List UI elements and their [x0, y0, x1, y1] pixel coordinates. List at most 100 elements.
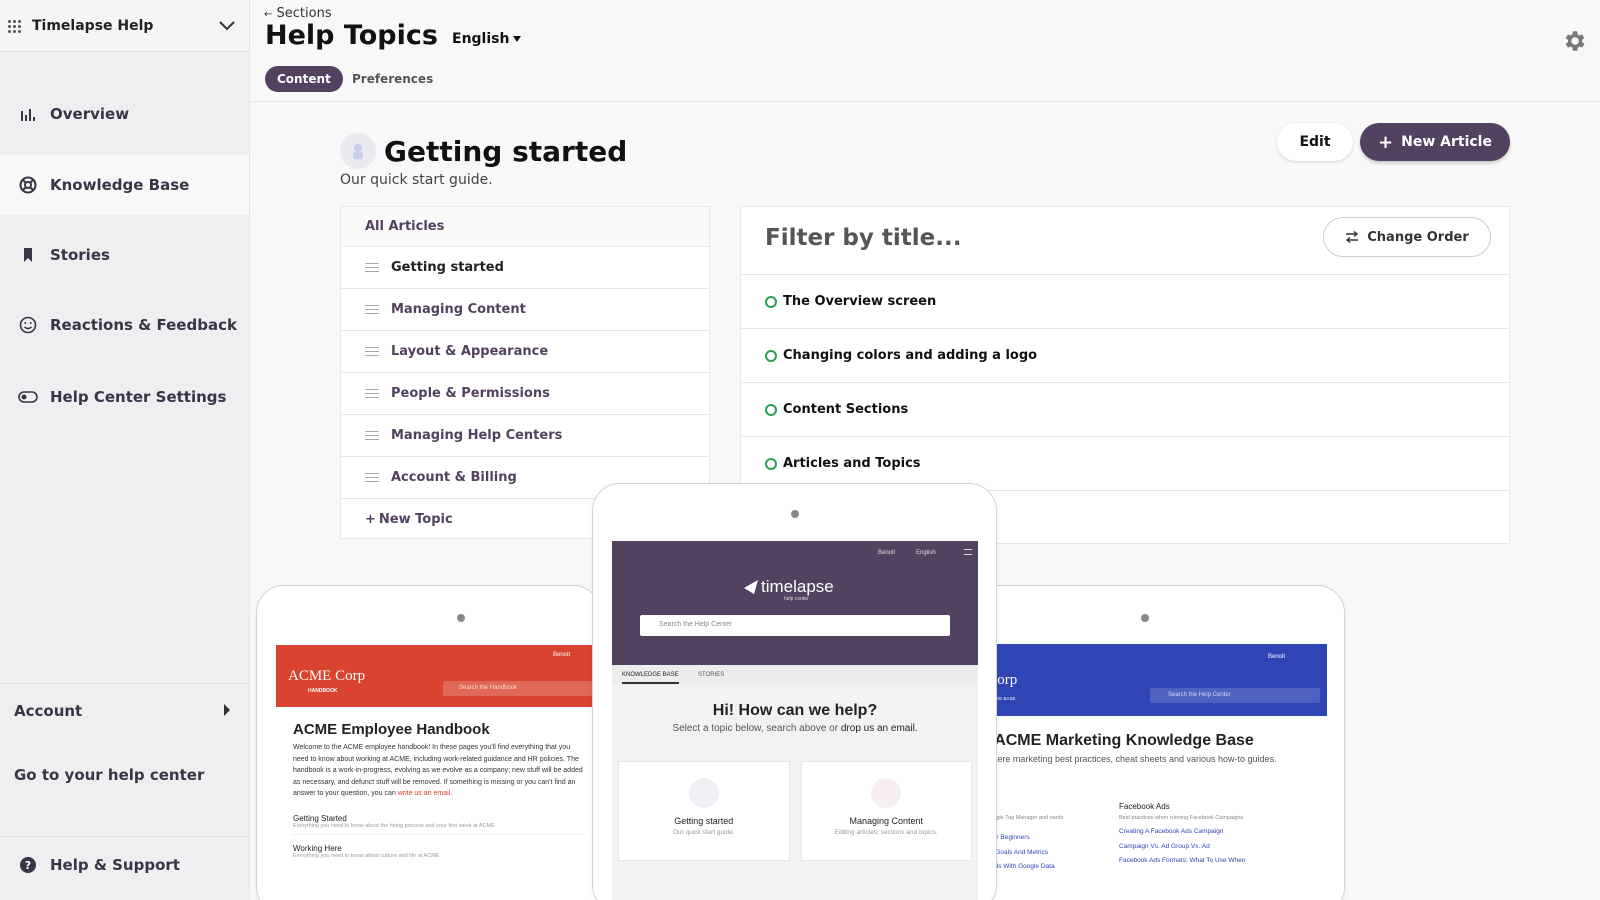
language-menu: English	[916, 550, 936, 556]
sidebar-item-reactions-feedback[interactable]: Reactions & Feedback	[0, 295, 249, 355]
back-to-sections-link[interactable]: ← Sections	[264, 6, 332, 21]
workspace-name: Timelapse Help	[32, 17, 154, 34]
handbook-row: Working Here Everything you need to know…	[293, 844, 585, 859]
topic-item-managing-help-centers[interactable]: Managing Help Centers	[341, 415, 709, 457]
topic-heading: Getting started	[340, 133, 627, 169]
bar-chart-icon	[18, 107, 38, 121]
topic-item-label: Managing Content	[391, 302, 526, 317]
apps-grid-icon[interactable]	[8, 19, 21, 33]
article-title: Articles and Topics	[783, 456, 921, 471]
article-title: Changing colors and adding a logo	[783, 348, 1038, 363]
drag-handle-icon[interactable]	[365, 473, 379, 482]
column-title: Facebook Ads	[1119, 802, 1170, 811]
all-articles-item[interactable]: All Articles	[341, 207, 709, 247]
topic-item-managing-content[interactable]: Managing Content	[341, 289, 709, 331]
marketing-screen: ME Corp TING KNOWLEDGE BASE Benoit Searc…	[961, 644, 1327, 900]
handbook-title: ACME Employee Handbook	[293, 721, 490, 738]
topic-subtitle: Our quick start guide.	[340, 172, 493, 188]
new-topic-label: New Topic	[378, 511, 453, 527]
timelapse-logo-icon	[744, 580, 758, 594]
row-desc: Everything you need to know about the hi…	[293, 822, 495, 829]
sidebar-item-label: Help Center Settings	[50, 388, 227, 406]
plus-icon: +	[365, 511, 376, 527]
filter-bar: Change Order	[741, 207, 1509, 275]
tab-stories: STORIES	[698, 672, 725, 678]
published-status-icon	[765, 295, 777, 308]
account-label: Account	[14, 702, 83, 720]
subline-text: Select a topic below, search above or	[672, 723, 839, 734]
topic-card-icon	[688, 778, 719, 808]
facebook-ads-column: Facebook Ads Best practices when running…	[1119, 802, 1289, 869]
sidebar-item-stories[interactable]: Stories	[0, 225, 249, 285]
sidebar-item-knowledge-base[interactable]: Knowledge Base	[0, 155, 249, 215]
caret-right-icon	[224, 704, 230, 716]
topic-item-label: Getting started	[391, 260, 504, 275]
tablet-camera	[791, 510, 799, 518]
topic-item-label: People & Permissions	[391, 386, 550, 401]
acme-logo: ACME Corp	[288, 668, 366, 684]
edit-button[interactable]: Edit	[1277, 123, 1353, 161]
sidebar-item-help-center-settings[interactable]: Help Center Settings	[0, 367, 249, 427]
topic-item-label: Layout & Appearance	[391, 344, 549, 359]
article-row[interactable]: The Overview screen	[741, 275, 1509, 329]
gear-icon[interactable]	[1561, 28, 1587, 54]
toggle-icon	[18, 391, 38, 403]
sidebar-item-label: Stories	[50, 246, 110, 264]
article-link: Creating A Facebook Ads Campaign	[1119, 828, 1224, 835]
chevron-down-icon[interactable]	[219, 20, 235, 31]
user-menu: Benoit	[878, 550, 896, 556]
language-selector[interactable]: English	[452, 31, 522, 47]
marketing-title: ACME Marketing Knowledge Base	[994, 732, 1254, 749]
go-to-help-center-link[interactable]: Go to your help center	[14, 766, 204, 784]
tablet-mockup-handbook: ACME Corp HANDBOOK Benoit Search the Han…	[256, 585, 601, 900]
drag-handle-icon[interactable]	[365, 389, 379, 398]
divider	[0, 683, 249, 684]
new-article-button[interactable]: + New Article	[1360, 123, 1510, 161]
help-support-link[interactable]: ? Help & Support	[0, 835, 249, 895]
workspace-switcher[interactable]: Timelapse Help	[0, 0, 249, 52]
topic-item-label: Managing Help Centers	[391, 428, 563, 443]
sidebar-item-label: Knowledge Base	[50, 176, 190, 194]
tab-preferences[interactable]: Preferences	[340, 66, 445, 92]
drag-handle-icon[interactable]	[365, 431, 379, 440]
filter-input[interactable]	[765, 225, 1265, 251]
account-menu[interactable]: Account	[14, 702, 244, 720]
topic-title: Getting started	[384, 134, 628, 168]
published-status-icon	[765, 403, 777, 416]
topic-item-layout-appearance[interactable]: Layout & Appearance	[341, 331, 709, 373]
topic-item-people-permissions[interactable]: People & Permissions	[341, 373, 709, 415]
svg-text:?: ?	[25, 859, 31, 872]
help-subline: Select a topic below, search above or dr…	[612, 723, 978, 734]
article-row[interactable]: Content Sections	[741, 383, 1509, 437]
article-title: Content Sections	[783, 402, 909, 417]
hamburger-icon	[964, 549, 972, 555]
new-article-label: New Article	[1401, 134, 1492, 150]
marketing-subtitle: find here marketing best practices, chea…	[975, 754, 1277, 764]
drag-handle-icon[interactable]	[365, 263, 379, 272]
tab-content[interactable]: Content	[265, 66, 343, 92]
help-support-label: Help & Support	[50, 856, 180, 874]
card-title: Getting started	[674, 816, 734, 826]
sidebar-item-overview[interactable]: Overview	[0, 84, 249, 144]
arrow-left-icon: ←	[264, 9, 273, 20]
change-order-button[interactable]: Change Order	[1323, 217, 1491, 257]
drag-handle-icon[interactable]	[365, 305, 379, 314]
tab-knowledge-base: KNOWLEDGE BASE	[622, 672, 679, 684]
caret-down-icon	[513, 36, 522, 42]
sidebar-item-label: Overview	[50, 105, 130, 123]
logo-subtitle: HANDBOOK	[308, 688, 338, 694]
marketing-search: Search the Help Center	[1150, 688, 1320, 703]
handbook-search: Search the Handbook	[443, 681, 600, 696]
handbook-intro: Welcome to the ACME employee handbook! I…	[293, 744, 583, 797]
email-link: write us an email	[397, 790, 451, 797]
help-center-search: Search the Help Center	[640, 615, 950, 636]
user-menu: Benoit	[1268, 654, 1286, 660]
help-headline: Hi! How can we help?	[712, 702, 878, 719]
handbook-row: Getting Started Everything you need to k…	[293, 814, 585, 835]
card-desc: Editing articles, sections and topics.	[834, 829, 938, 836]
drag-handle-icon[interactable]	[365, 347, 379, 356]
published-status-icon	[765, 349, 777, 362]
published-status-icon	[765, 457, 777, 470]
topic-item-getting-started[interactable]: Getting started	[341, 247, 709, 289]
article-row[interactable]: Changing colors and adding a logo	[741, 329, 1509, 383]
